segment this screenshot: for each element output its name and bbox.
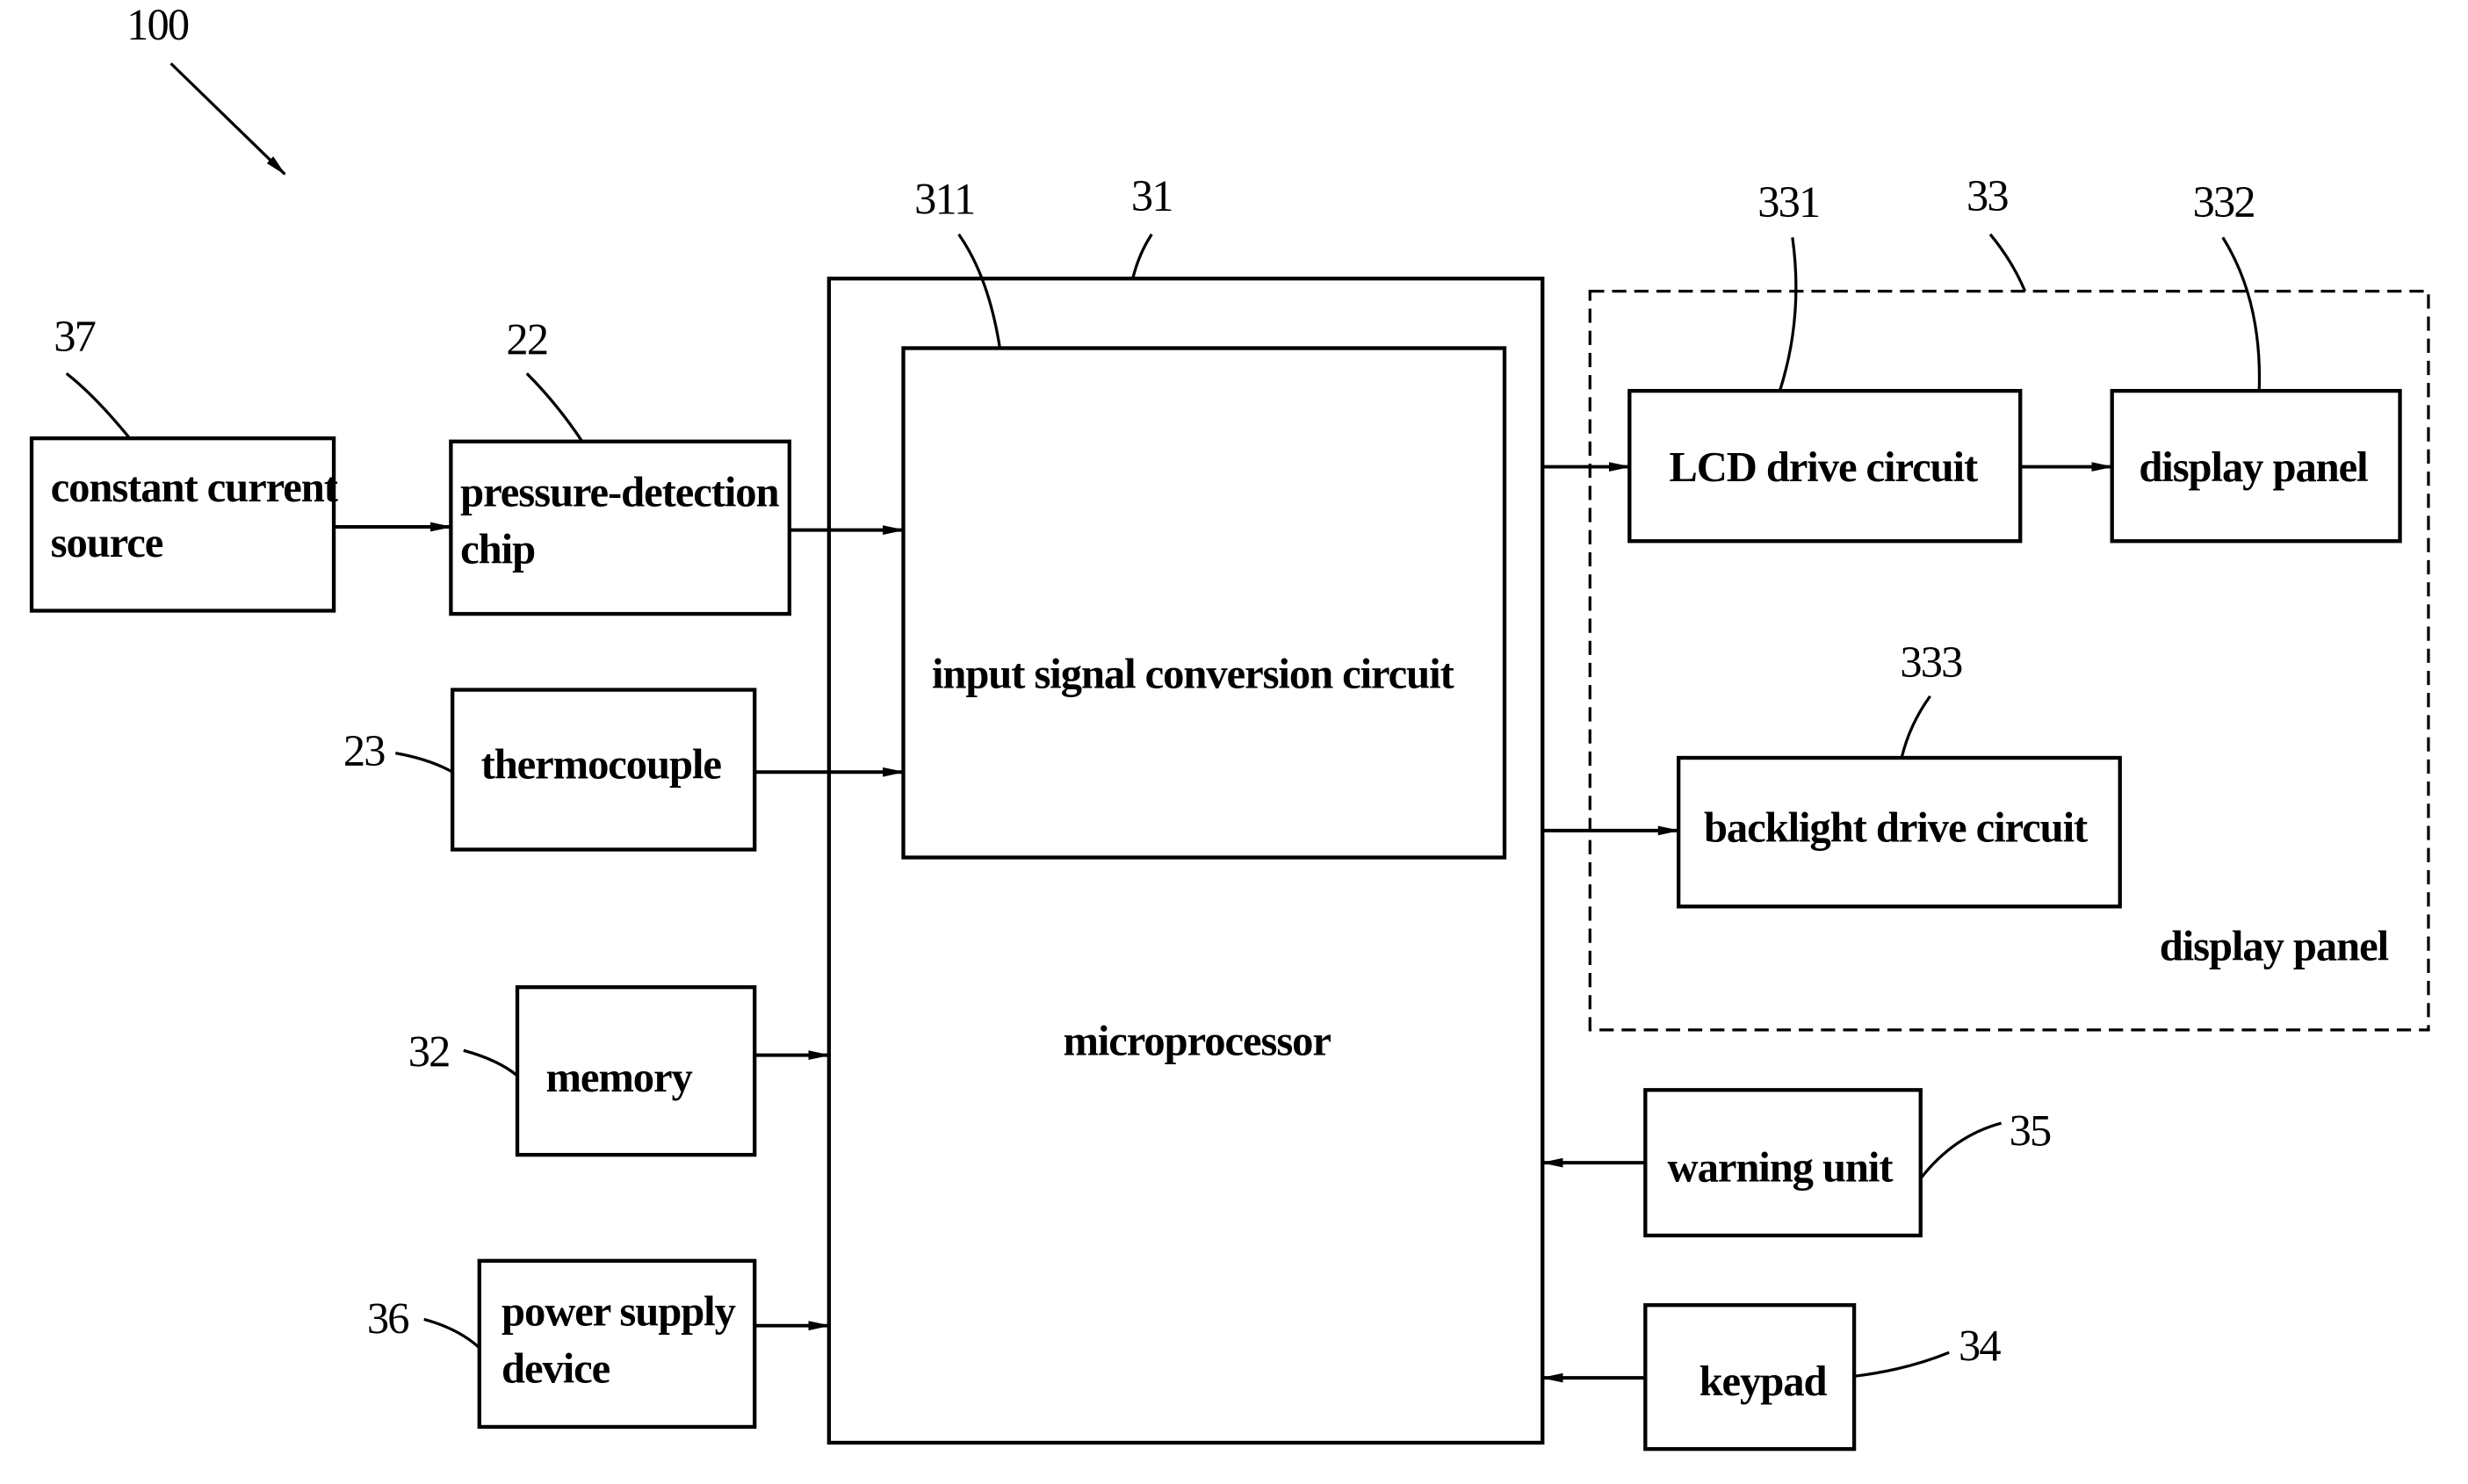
thermocouple-label: thermocouple xyxy=(481,740,722,788)
memory-label: memory xyxy=(545,1054,692,1101)
ref-22: 22 xyxy=(506,315,547,364)
power-supply-device-block: power supply device xyxy=(477,1258,757,1430)
backlight-drive-circuit-label: backlight drive circuit xyxy=(1704,803,2088,851)
microprocessor-label: microprocessor xyxy=(1063,1018,1331,1065)
thermocouple-block: thermocouple xyxy=(451,688,757,852)
figure-reference-label: 100 xyxy=(126,0,189,49)
input-signal-conversion-circuit-label: input signal conversion circuit xyxy=(932,651,1454,698)
leader-36 xyxy=(423,1317,480,1350)
ref-35: 35 xyxy=(2010,1106,2051,1155)
input-signal-conversion-circuit-box xyxy=(901,346,1507,860)
leader-333 xyxy=(1900,695,1931,759)
backlight-drive-circuit-block: backlight drive circuit xyxy=(1676,755,2122,909)
display-panel-block: display panel xyxy=(2110,388,2402,544)
leader-23 xyxy=(395,752,453,774)
constant-current-source-block: constant current source xyxy=(29,436,339,613)
block-diagram: 100 constant current source 37 pressure-… xyxy=(29,0,2430,1452)
memory-block: memory xyxy=(515,985,757,1157)
pressure-detection-chip-label-line1: pressure-detection xyxy=(460,469,779,516)
power-supply-device-box xyxy=(477,1258,757,1430)
ref-37: 37 xyxy=(54,312,95,361)
leader-34 xyxy=(1853,1351,1950,1378)
lcd-drive-circuit-block: LCD drive circuit xyxy=(1627,388,2023,544)
power-supply-device-label-line1: power supply xyxy=(502,1288,736,1336)
ref-332: 332 xyxy=(2193,177,2255,227)
leader-332 xyxy=(2221,236,2262,392)
leader-35 xyxy=(1919,1121,2003,1180)
ref-34: 34 xyxy=(1959,1321,2001,1370)
constant-current-source-label-line1: constant current xyxy=(51,464,338,511)
power-supply-device-label-line2: device xyxy=(502,1345,610,1393)
lcd-drive-circuit-label: LCD drive circuit xyxy=(1669,443,1978,491)
leader-32 xyxy=(463,1048,519,1077)
display-module-label: display panel xyxy=(2160,923,2389,970)
keypad-block: keypad xyxy=(1643,1303,1857,1452)
ref-32: 32 xyxy=(408,1027,450,1076)
leader-331 xyxy=(1778,237,1798,392)
display-panel-label: display panel xyxy=(2139,443,2368,491)
leader-22 xyxy=(525,372,584,443)
ref-36: 36 xyxy=(367,1294,408,1344)
input-signal-conversion-circuit-block: input signal conversion circuit xyxy=(901,346,1507,860)
warning-unit-block: warning unit xyxy=(1643,1088,1923,1238)
leader-33 xyxy=(1988,233,2027,292)
ref-33: 33 xyxy=(1966,171,2008,220)
ref-23: 23 xyxy=(343,726,385,775)
ref-333: 333 xyxy=(1900,638,1962,687)
pressure-detection-chip-label-line2: chip xyxy=(460,525,535,573)
constant-current-source-label-line2: source xyxy=(51,519,163,566)
pressure-detection-chip-block: pressure-detection chip xyxy=(449,439,792,616)
figure-reference-arrow xyxy=(170,62,286,176)
ref-331: 331 xyxy=(1757,177,1819,227)
ref-311: 311 xyxy=(914,174,974,223)
ref-31: 31 xyxy=(1131,171,1173,220)
warning-unit-label: warning unit xyxy=(1668,1144,1894,1192)
leader-31 xyxy=(1131,233,1153,279)
leader-37 xyxy=(65,372,131,440)
keypad-label: keypad xyxy=(1699,1358,1828,1405)
